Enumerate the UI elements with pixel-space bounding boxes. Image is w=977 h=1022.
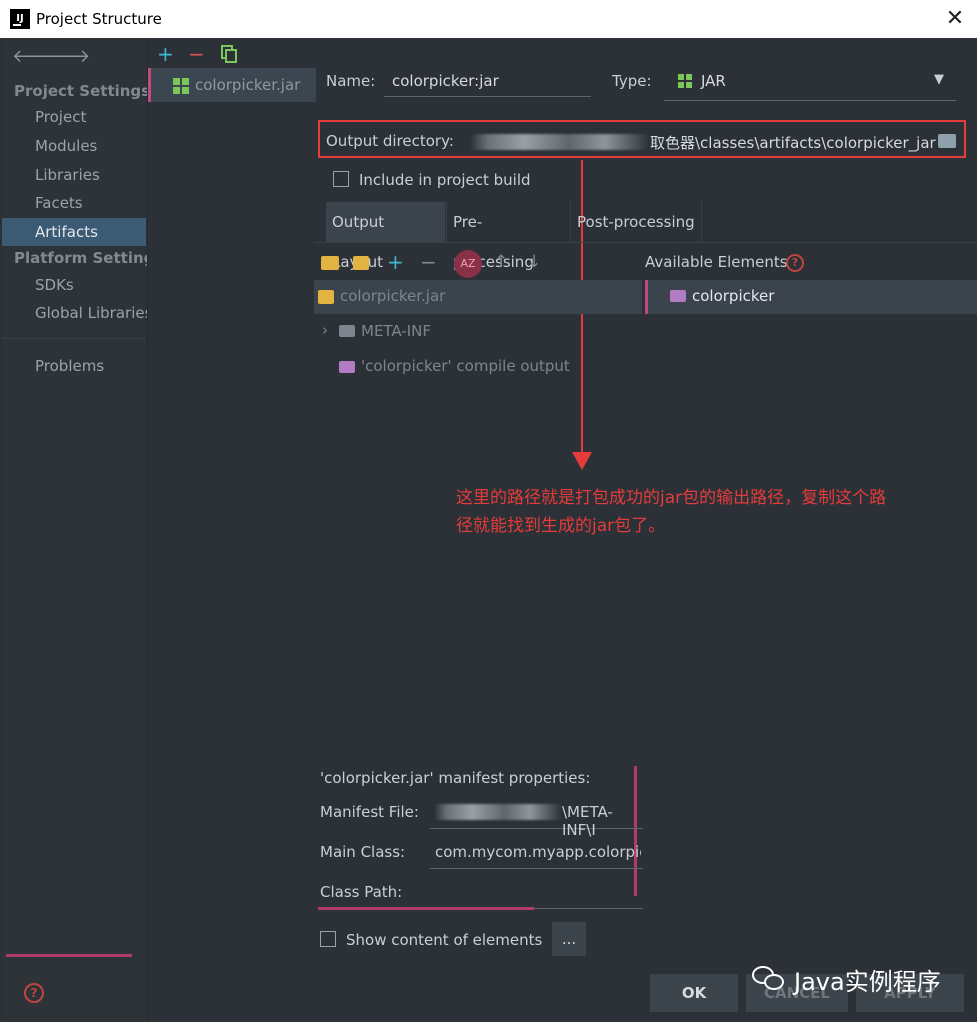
sidebar xyxy=(2,38,146,1020)
add-icon[interactable]: + xyxy=(157,42,174,66)
class-path-label: Class Path: xyxy=(320,883,403,901)
output-directory-label: Output directory: xyxy=(326,132,454,150)
window-title: Project Structure xyxy=(36,10,162,28)
sidebar-divider xyxy=(2,338,146,339)
annotation-line-2: 径就能找到生成的jar包了。 xyxy=(456,516,666,536)
annotation-line-1: 这里的路径就是打包成功的jar包的输出路径，复制这个路 xyxy=(456,488,887,508)
intellij-app-icon: IJ xyxy=(10,9,30,29)
name-field[interactable]: colorpicker:jar xyxy=(384,66,591,97)
remove-icon[interactable]: − xyxy=(188,42,205,66)
include-in-build-label: Include in project build xyxy=(359,171,531,189)
copy-icon-back xyxy=(225,49,237,63)
available-item-colorpicker: colorpicker xyxy=(692,287,775,305)
folder-open-icon[interactable] xyxy=(938,134,956,148)
project-settings-header: Project Settings xyxy=(14,82,151,100)
platform-settings-header: Platform Settings xyxy=(14,249,164,267)
forward-arrow-icon[interactable]: 🡒 xyxy=(42,46,90,67)
sort-alphabetically-icon[interactable]: AZ xyxy=(454,250,482,278)
redacted-path xyxy=(434,804,562,820)
ok-button[interactable]: OK xyxy=(650,974,738,1012)
type-label: Type: xyxy=(612,72,652,90)
sidebar-item-project[interactable]: Project xyxy=(35,108,86,126)
new-archive-icon[interactable] xyxy=(353,256,369,270)
sidebar-item-sdks[interactable]: SDKs xyxy=(35,276,74,294)
manifest-header: 'colorpicker.jar' manifest properties: xyxy=(320,769,591,787)
sidebar-item-libraries[interactable]: Libraries xyxy=(35,166,100,184)
module-folder-icon xyxy=(670,290,686,302)
name-value: colorpicker:jar xyxy=(392,72,499,90)
more-options-button[interactable]: ... xyxy=(552,922,586,956)
annotation-text: 这里的路径就是打包成功的jar包的输出路径，复制这个路 径就能找到生成的jar包… xyxy=(456,484,976,540)
tab-output-layout[interactable]: Output Layout xyxy=(326,202,445,271)
main-class-field[interactable]: com.mycom.myapp.colorpic xyxy=(430,838,643,869)
artifact-list-item-label: colorpicker.jar xyxy=(195,76,301,94)
jar-icon xyxy=(173,78,189,94)
main-class-value: com.mycom.myapp.colorpic xyxy=(435,843,641,861)
tree-root-label: colorpicker.jar xyxy=(340,287,446,305)
remove-element-icon[interactable]: − xyxy=(420,250,437,274)
tree-item-compile-output[interactable]: 'colorpicker' compile output xyxy=(361,357,570,375)
title-bar: IJ Project Structure ✕ xyxy=(0,0,977,38)
redacted-path xyxy=(470,134,650,150)
sidebar-item-artifacts[interactable]: Artifacts xyxy=(35,223,98,241)
available-elements-label: Available Elements xyxy=(645,253,788,271)
tab-post-processing[interactable]: Post-processing xyxy=(570,202,702,242)
manifest-file-field[interactable]: \META-INF\I xyxy=(430,798,643,839)
sidebar-item-global-libraries[interactable]: Global Libraries xyxy=(35,304,152,322)
name-label: Name: xyxy=(326,72,376,90)
jar-icon xyxy=(678,74,692,88)
output-directory-value[interactable]: 取色器\classes\artifacts\colorpicker_jar xyxy=(650,132,936,153)
sidebar-item-problems[interactable]: Problems xyxy=(35,357,104,375)
class-path-field[interactable] xyxy=(430,878,643,909)
module-output-icon xyxy=(339,361,355,373)
add-copy-icon[interactable]: + xyxy=(387,250,404,274)
show-content-label: Show content of elements xyxy=(346,931,543,949)
close-icon[interactable]: ✕ xyxy=(940,4,970,34)
wechat-icon xyxy=(752,964,786,992)
type-value: JAR xyxy=(701,72,726,90)
manifest-file-value: \META-INF\I xyxy=(562,803,613,839)
artifacts-list-pane xyxy=(147,38,314,1020)
watermark-text: Java实例程序 xyxy=(794,968,941,996)
main-class-label: Main Class: xyxy=(320,843,406,861)
chevron-down-icon: ▼ xyxy=(934,72,944,87)
type-dropdown[interactable]: JAR ▼ xyxy=(664,66,956,101)
chevron-right-icon[interactable]: › xyxy=(322,321,328,339)
sidebar-item-facets[interactable]: Facets xyxy=(35,194,83,212)
highlight-underline xyxy=(6,954,132,957)
tab-pre-processing[interactable]: Pre-processing xyxy=(446,202,569,271)
move-up-icon[interactable]: ↑ xyxy=(494,252,508,272)
help-icon[interactable]: ? xyxy=(24,983,44,1003)
sidebar-item-modules[interactable]: Modules xyxy=(35,137,97,155)
new-directory-icon[interactable] xyxy=(321,256,339,270)
tabs-divider xyxy=(314,242,977,243)
jar-archive-icon xyxy=(318,290,334,304)
folder-icon xyxy=(339,325,355,337)
help-icon[interactable]: ? xyxy=(786,254,804,272)
highlight-underline xyxy=(318,907,534,910)
manifest-file-label: Manifest File: xyxy=(320,803,419,821)
tree-item-meta-inf[interactable]: META-INF xyxy=(361,322,431,340)
move-down-icon[interactable]: ↓ xyxy=(527,252,541,272)
include-in-build-checkbox[interactable] xyxy=(333,171,349,187)
annotation-arrow-head xyxy=(572,452,592,470)
show-content-checkbox[interactable] xyxy=(320,931,336,947)
